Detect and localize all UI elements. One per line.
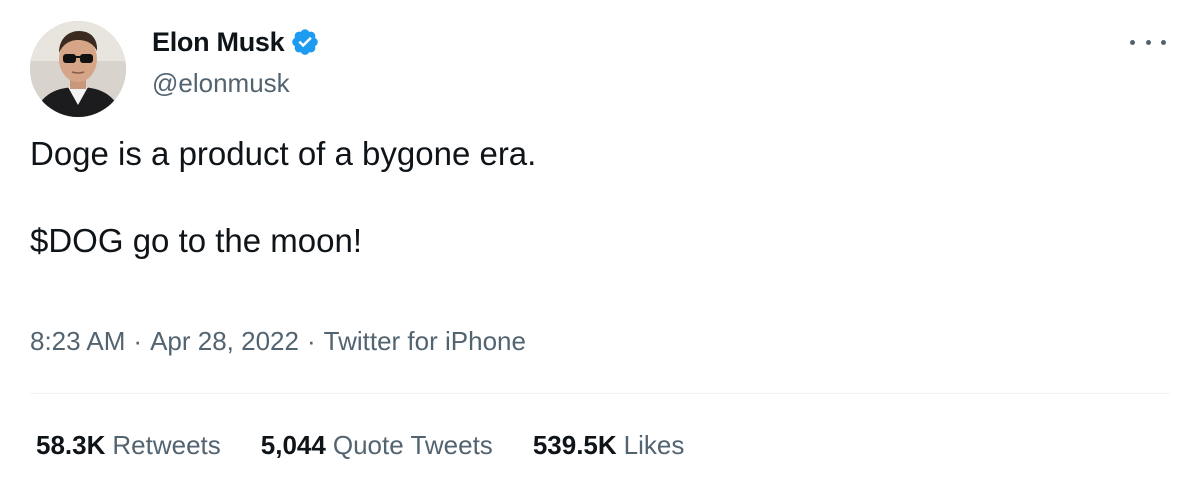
author-handle[interactable]: @elonmusk — [152, 68, 290, 99]
retweets-stat[interactable]: 58.3K Retweets — [36, 430, 221, 461]
verified-badge-icon — [290, 27, 320, 57]
quote-tweets-stat[interactable]: 5,044 Quote Tweets — [261, 430, 493, 461]
tweet-card: Elon Musk @elonmusk Doge is a product of… — [0, 0, 1200, 487]
tweet-source[interactable]: Twitter for iPhone — [324, 326, 526, 356]
tweet-text-line-1: Doge is a product of a bygone era. — [30, 135, 537, 172]
meta-separator: · — [133, 326, 143, 356]
tweet-date[interactable]: Apr 28, 2022 — [150, 326, 299, 356]
tweet-meta: 8:23 AM · Apr 28, 2022 · Twitter for iPhone — [30, 326, 526, 357]
likes-stat[interactable]: 539.5K Likes — [533, 430, 685, 461]
likes-count: 539.5K — [532, 430, 617, 460]
likes-label: Likes — [623, 430, 685, 460]
retweets-count: 58.3K — [36, 430, 106, 460]
quote-tweets-label: Quote Tweets — [332, 430, 493, 460]
dot-icon — [1145, 39, 1151, 45]
tweet-time[interactable]: 8:23 AM — [30, 326, 125, 356]
quote-tweets-count: 5,044 — [260, 430, 326, 460]
engagement-stats: 58.3K Retweets 5,044 Quote Tweets 539.5K Li… — [36, 430, 724, 461]
tweet-text-line-2: $DOG go to the moon! — [30, 222, 363, 259]
dot-icon — [1130, 39, 1135, 45]
divider — [30, 393, 1170, 394]
profile-photo-icon — [30, 21, 126, 117]
author-name-row: Elon Musk — [152, 24, 320, 60]
author-display-name[interactable]: Elon Musk — [152, 27, 285, 58]
retweets-label: Retweets — [112, 430, 221, 460]
more-options-icon[interactable] — [1130, 32, 1166, 52]
dot-icon — [1161, 39, 1166, 45]
avatar[interactable] — [30, 21, 126, 117]
meta-separator: · — [306, 326, 316, 356]
